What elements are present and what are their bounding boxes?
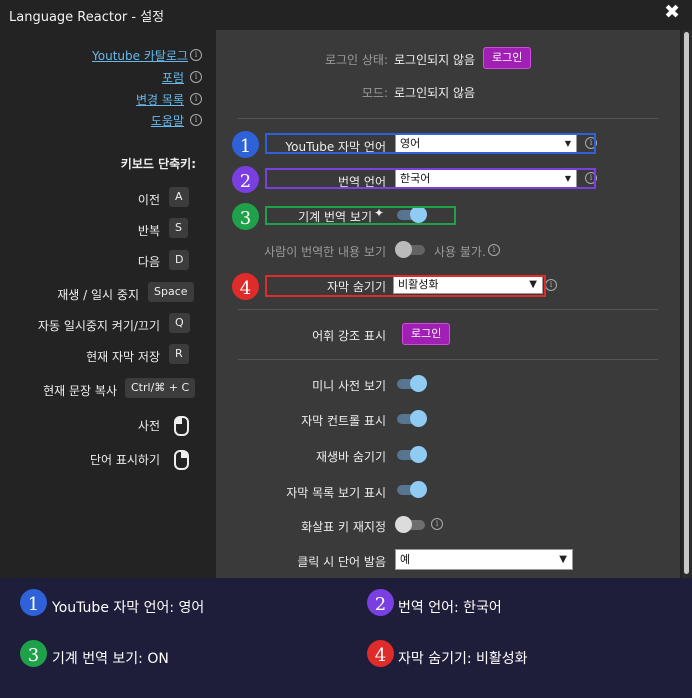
- hide-playbar-toggle[interactable]: [397, 446, 427, 463]
- legend-text-3: 기계 번역 보기: ON: [52, 651, 169, 667]
- legend-marker-2: 2: [367, 589, 394, 616]
- mini-dictionary-label: 미니 사전 보기: [312, 379, 386, 393]
- shortcut-label: 현재 자막 저장: [86, 350, 160, 364]
- annotation-marker-1: 1: [232, 131, 259, 158]
- shortcuts-title: 키보드 단축키:: [120, 157, 196, 171]
- close-icon[interactable]: ✖: [664, 1, 680, 23]
- shortcut-label: 반복: [137, 224, 160, 238]
- forum-link[interactable]: 포럼: [162, 69, 184, 86]
- window-title: Language Reactor - 설정: [9, 10, 165, 25]
- divider: [238, 359, 658, 360]
- info-icon: i: [190, 71, 202, 83]
- annotation-marker-4: 4: [232, 273, 259, 300]
- divider: [238, 118, 658, 119]
- vocab-login-button[interactable]: 로그인: [402, 323, 451, 345]
- shortcut-key: D: [169, 250, 190, 270]
- annotation-box-2: [265, 168, 596, 189]
- info-icon: i: [190, 114, 202, 126]
- info-icon: i: [488, 244, 500, 256]
- legend-marker-1: 1: [20, 589, 47, 616]
- catalog-link[interactable]: Youtube 카탈로그: [92, 47, 188, 64]
- dictionary-label: 사전: [137, 419, 160, 433]
- hide-playbar-label: 재생바 숨기기: [315, 450, 386, 464]
- arrow-remap-label: 화살표 키 재지정: [301, 520, 386, 534]
- mode-value: 로그인되지 않음: [394, 86, 476, 100]
- annotation-box-1: [265, 133, 596, 154]
- title-bar: Language Reactor - 설정 ✖: [0, 0, 692, 30]
- info-icon: i: [190, 93, 202, 105]
- mouse-right-click-icon: [174, 450, 189, 470]
- shortcut-label: 현재 문장 복사: [43, 384, 117, 398]
- shortcut-label: 다음: [137, 255, 160, 269]
- changelog-link[interactable]: 변경 목록: [136, 91, 184, 108]
- mouse-left-click-icon: [174, 416, 189, 436]
- shortcut-label: 재생 / 일시 중지: [57, 288, 139, 302]
- legend-text-4: 자막 숨기기: 비활성화: [398, 651, 528, 667]
- shortcut-key: A: [169, 187, 189, 207]
- login-status-label: 로그인 상태:: [324, 53, 388, 67]
- mode-label: 모드:: [361, 86, 388, 100]
- login-button[interactable]: 로그인: [483, 47, 532, 69]
- click-pronunciation-select[interactable]: 예 ▼: [395, 549, 573, 570]
- mini-dictionary-toggle[interactable]: [397, 375, 427, 392]
- legend-text-1: YouTube 자막 언어: 영어: [52, 600, 205, 616]
- shortcut-label: 이전: [137, 193, 160, 207]
- legend-text-2: 번역 언어: 한국어: [398, 600, 502, 616]
- settings-window: Language Reactor - 설정 ✖ Youtube 카탈로그 i 포…: [0, 0, 692, 578]
- login-status-value: 로그인되지 않음: [394, 53, 476, 67]
- show-word-label: 단어 표시하기: [89, 453, 160, 467]
- help-link[interactable]: 도움말: [151, 112, 184, 129]
- legend-marker-4: 4: [367, 640, 394, 667]
- human-translation-toggle[interactable]: [395, 241, 425, 258]
- shortcut-label: 자동 일시중지 켜기/끄기: [37, 319, 160, 333]
- shortcut-key: Space: [148, 282, 194, 302]
- annotation-marker-3: 3: [232, 203, 259, 230]
- info-icon: i: [431, 518, 443, 530]
- arrow-remap-toggle[interactable]: [395, 516, 425, 533]
- scrollbar-thumb[interactable]: [684, 32, 689, 574]
- info-icon: i: [545, 279, 557, 291]
- annotation-marker-2: 2: [232, 166, 259, 193]
- subtitle-list-toggle[interactable]: [397, 481, 427, 498]
- shortcut-key: S: [169, 218, 188, 238]
- shortcut-key: Ctrl/⌘ + C: [125, 378, 196, 398]
- unavailable-text: 사용 불가.: [434, 245, 486, 259]
- shortcut-key: Q: [169, 313, 190, 333]
- subtitle-controls-label: 자막 컨트롤 표시: [301, 414, 386, 428]
- annotation-box-4: [265, 275, 546, 297]
- click-pronunciation-label: 클릭 시 단어 발음: [297, 555, 386, 569]
- annotation-box-3: [265, 206, 456, 225]
- divider: [238, 309, 658, 310]
- subtitle-list-label: 자막 목록 보기 표시: [286, 486, 386, 500]
- legend-marker-3: 3: [20, 640, 47, 667]
- subtitle-controls-toggle[interactable]: [397, 410, 427, 427]
- vocab-highlight-label: 어휘 강조 표시: [312, 329, 386, 343]
- human-translation-label: 사람이 번역한 내용 보기: [264, 245, 386, 259]
- info-icon: i: [190, 49, 202, 61]
- shortcut-key: R: [169, 344, 189, 364]
